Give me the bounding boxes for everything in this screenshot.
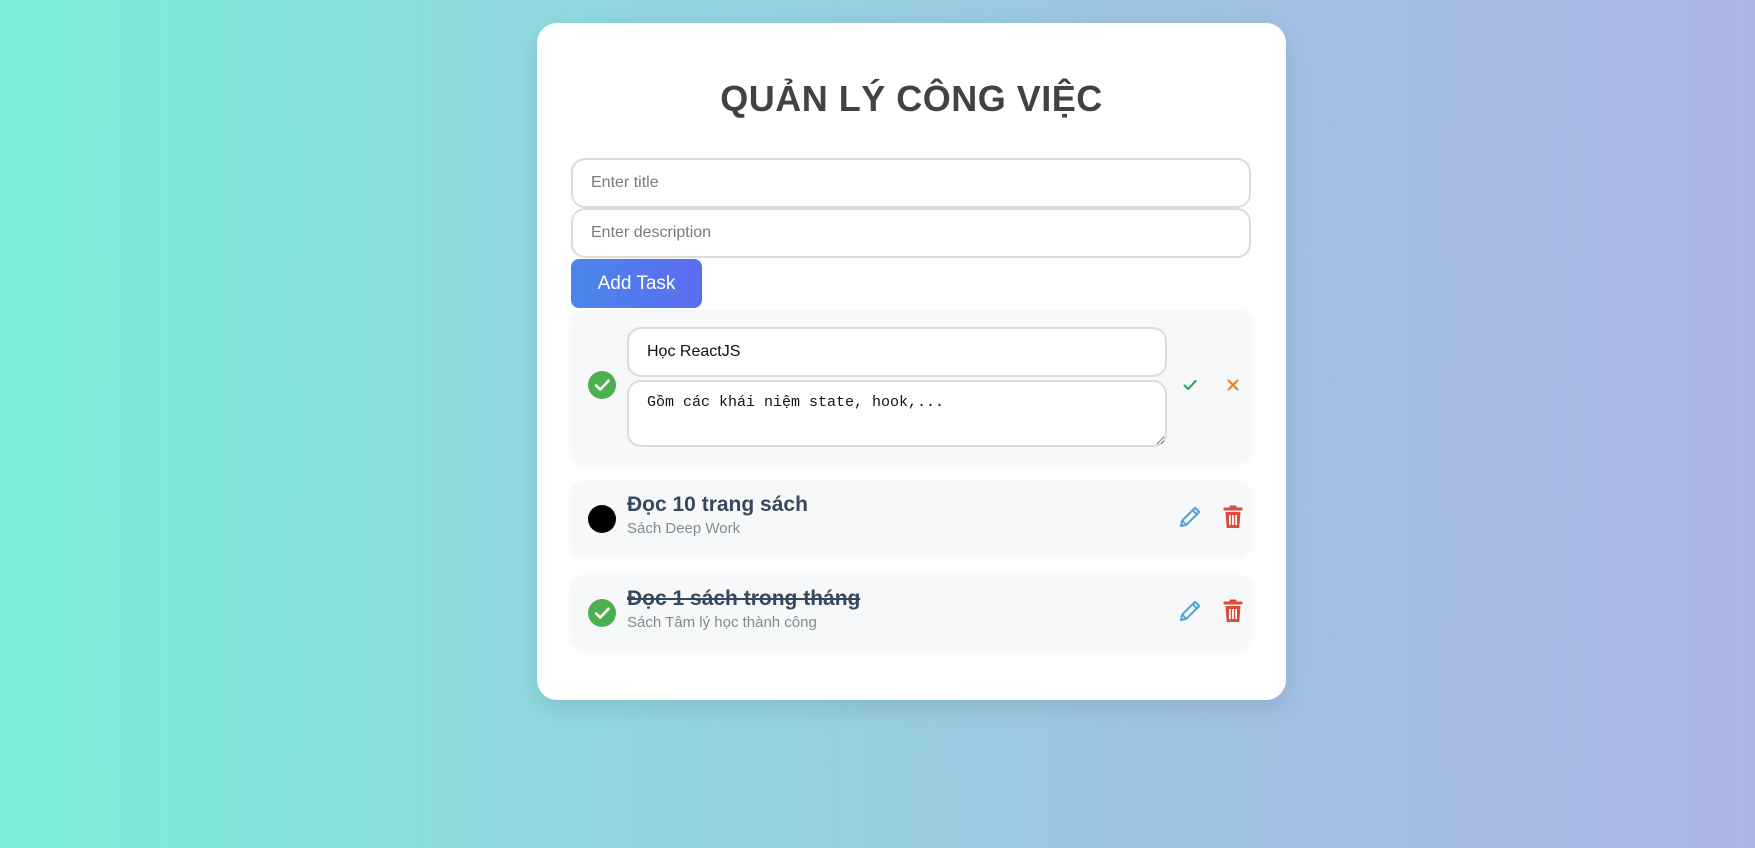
add-task-button[interactable]: Add Task <box>571 259 702 308</box>
edit-description-input[interactable]: Gồm các khái niệm state, hook,... <box>627 380 1167 447</box>
description-input[interactable] <box>571 208 1251 258</box>
task-description: Sách Deep Work <box>627 520 741 537</box>
trash-icon[interactable] <box>1219 597 1247 625</box>
circle-icon[interactable] <box>588 505 616 533</box>
page-title: QUẢN LÝ CÔNG VIỆC <box>720 78 1103 119</box>
todo-card: QUẢN LÝ CÔNG VIỆC Add Task Gồm các khái … <box>537 23 1286 700</box>
close-icon[interactable] <box>1219 371 1247 399</box>
pencil-icon[interactable] <box>1176 597 1204 625</box>
trash-icon[interactable] <box>1219 503 1247 531</box>
edit-title-input[interactable] <box>627 327 1167 377</box>
check-circle-icon[interactable] <box>588 371 616 399</box>
task-title: Đọc 10 trang sách <box>627 493 808 516</box>
title-input[interactable] <box>571 158 1251 208</box>
pencil-icon[interactable] <box>1176 503 1204 531</box>
check-circle-icon[interactable] <box>588 599 616 627</box>
task-description: Sách Tâm lý học thành công <box>627 614 817 631</box>
task-item: Đọc 10 trang sách Sách Deep Work <box>571 481 1251 553</box>
task-item-editing: Gồm các khái niệm state, hook,... <box>571 310 1251 460</box>
task-item: Đọc 1 sách trong tháng Sách Tâm lý học t… <box>571 575 1251 647</box>
check-icon[interactable] <box>1176 371 1204 399</box>
task-title: Đọc 1 sách trong tháng <box>627 587 861 610</box>
